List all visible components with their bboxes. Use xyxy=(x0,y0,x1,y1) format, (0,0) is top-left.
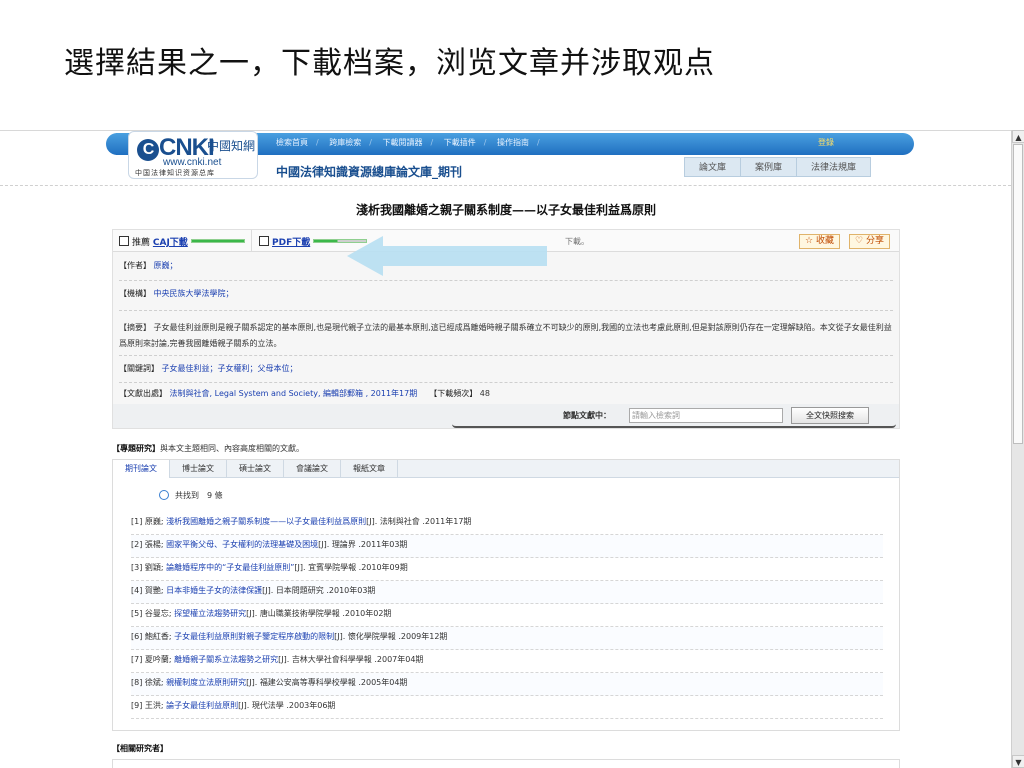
site-header: C CNKI 中國知網 www.cnki.net 中国法律知识资源总库 檢索首頁 /… xyxy=(96,131,914,185)
caj-download-link[interactable]: CAJ下載 xyxy=(153,238,188,248)
logo-subtitle: 中国法律知识资源总库 xyxy=(135,169,215,177)
document-icon xyxy=(259,236,269,246)
list-item-title[interactable]: 論子女最佳利益原則 xyxy=(166,701,238,710)
list-item: [6] 鮑紅香; 子女最佳利益原則對親子鑒定程序啟動的限制[J]. 懷化學院學報… xyxy=(131,627,883,650)
list-item: [9] 王洪; 論子女最佳利益原則[J]. 現代法學 .2003年06期 xyxy=(131,696,883,719)
divider xyxy=(119,382,893,383)
nav-plugin[interactable]: 下載插件 xyxy=(444,138,476,147)
document-icon xyxy=(119,236,129,246)
panel-shadow xyxy=(452,424,896,428)
nav-cross-db[interactable]: 跨庫檢索 xyxy=(329,138,361,147)
search-label: 節點文獻中： xyxy=(563,411,611,420)
nav-separator: / xyxy=(537,138,540,147)
cnki-logo[interactable]: C CNKI 中國知網 www.cnki.net 中国法律知识资源总库 xyxy=(128,131,258,179)
researchers-panel xyxy=(112,759,900,768)
nav-reader[interactable]: 下載閱讀器 xyxy=(383,138,423,147)
list-item: [2] 張楊; 國家平衡父母、子女權利的法理基礎及困境[J]. 理論界 .201… xyxy=(131,535,883,558)
list-item: [3] 劉穎; 論離婚程序中的“子女最佳利益原則”[J]. 宜賓學院學報 .20… xyxy=(131,558,883,581)
tab-papers[interactable]: 論文庫 xyxy=(684,157,742,177)
nav-separator: / xyxy=(483,138,487,147)
collect-button[interactable]: ☆ 收藏 xyxy=(799,234,840,249)
database-title: 中國法律知識資源總庫論文庫_期刊 xyxy=(276,165,463,179)
library-tabs: 論文庫 案例庫 法律法規庫 xyxy=(684,157,872,177)
list-item: [7] 夏吟蘭; 離婚親子關系立法趨勢之研究[J]. 吉林大學社會科學學報 .2… xyxy=(131,650,883,673)
tab-conference-papers[interactable]: 會議論文 xyxy=(284,460,341,478)
list-item: [1] 原巍; 淺析我國離婚之親子關系制度——以子女最佳利益爲原則[J]. 法制… xyxy=(131,512,883,535)
logo-url: www.cnki.net xyxy=(163,157,222,168)
keywords-row: 【關鍵詞】 子女最佳利益；子女權利；父母本位； xyxy=(119,364,298,373)
share-button[interactable]: ♡ 分享 xyxy=(849,234,890,249)
source-row: 【文獻出處】 法制與社會, Legal System and Society, … xyxy=(119,389,490,398)
download-bar: 推薦 CAJ下載 PDF下載 下載。 ☆ 收藏 ♡ 分享 xyxy=(113,230,899,276)
divider xyxy=(119,310,893,311)
divider xyxy=(251,230,252,252)
related-tabs: 期刊論文 博士論文 碩士論文 會議論文 報紙文章 xyxy=(113,460,899,478)
header-divider xyxy=(0,185,1011,186)
arrow-pointer-icon xyxy=(347,236,547,276)
caj-bar xyxy=(190,239,245,243)
related-heading: 【專題研究】與本文主題相同、內容高度相關的文獻。 xyxy=(112,444,304,453)
list-item: [4] 賀艷; 日本非婚生子女的法律保護[J]. 日本問題研究 .2010年03… xyxy=(131,581,883,604)
caj-download: 推薦 CAJ下載 xyxy=(119,235,245,248)
nav-separator: / xyxy=(430,138,434,147)
author-link[interactable]: 原巍； xyxy=(154,261,178,270)
tab-cases[interactable]: 案例庫 xyxy=(741,157,798,177)
login-link[interactable]: 登錄 xyxy=(818,137,834,148)
nav-search-home[interactable]: 檢索首頁 xyxy=(276,138,308,147)
article-panel: 推薦 CAJ下載 PDF下載 下載。 ☆ 收藏 ♡ 分享 【作者】 原巍； 【機… xyxy=(112,229,900,429)
download-note: 下載。 xyxy=(565,237,589,246)
logo-chinese: 中國知網 xyxy=(207,139,256,153)
researchers-heading: 【相關研究者】 xyxy=(112,744,168,753)
list-item-title[interactable]: 親權制度立法原則研究 xyxy=(166,678,246,687)
scroll-down-icon[interactable]: ▼ xyxy=(1012,755,1024,768)
download-count: 48 xyxy=(479,389,490,398)
related-list: [1] 原巍; 淺析我國離婚之親子關系制度——以子女最佳利益爲原則[J]. 法制… xyxy=(131,512,883,719)
browser-screenshot: C CNKI 中國知網 www.cnki.net 中国法律知识资源总库 檢索首頁 /… xyxy=(0,130,1011,768)
org-link[interactable]: 中央民族大學法學院； xyxy=(154,289,234,298)
tab-doctoral-theses[interactable]: 博士論文 xyxy=(170,460,227,478)
vertical-scrollbar[interactable]: ▲ ▼ xyxy=(1011,130,1024,768)
result-count: 共找到 9 條 xyxy=(159,490,223,501)
list-item-title[interactable]: 論離婚程序中的“子女最佳利益原則” xyxy=(166,563,294,572)
article-title: 淺析我國離婚之親子關系制度——以子女最佳利益爲原則 xyxy=(355,203,656,217)
author-row: 【作者】 原巍； xyxy=(119,261,178,270)
divider xyxy=(119,280,893,281)
tab-journal-papers[interactable]: 期刊論文 xyxy=(113,460,170,478)
divider xyxy=(119,355,893,356)
list-item-title[interactable]: 國家平衡父母、子女權利的法理基礎及困境 xyxy=(166,540,318,549)
keywords-links[interactable]: 子女最佳利益；子女權利；父母本位； xyxy=(162,364,298,373)
pdf-download-link[interactable]: PDF下載 xyxy=(272,238,310,248)
list-item: [5] 谷曼忘; 探望權立法趨勢研究[J]. 唐山職業技術學院學報 .2010年… xyxy=(131,604,883,627)
tab-master-theses[interactable]: 碩士論文 xyxy=(227,460,284,478)
list-item: [8] 徐斌; 親權制度立法原則研究[J]. 福建公安高等專科學校學報 .200… xyxy=(131,673,883,696)
list-item-title[interactable]: 子女最佳利益原則對親子鑒定程序啟動的限制 xyxy=(174,632,334,641)
list-item-title[interactable]: 離婚親子關系立法趨勢之研究 xyxy=(174,655,278,664)
tab-laws[interactable]: 法律法規庫 xyxy=(797,157,872,177)
search-icon xyxy=(159,490,169,500)
list-item-title[interactable]: 日本非婚生子女的法律保護 xyxy=(166,586,262,595)
source-link[interactable]: 法制與社會, Legal System and Society, 編輯部郵箱 ,… xyxy=(170,389,418,398)
scroll-thumb[interactable] xyxy=(1013,144,1023,444)
slide-title: 選擇結果之一，下載档案，浏览文章并涉取观点 xyxy=(64,46,715,81)
list-item-title[interactable]: 探望權立法趨勢研究 xyxy=(174,609,246,618)
top-nav: 檢索首頁 / 跨庫檢索 / 下載閱讀器 / 下載插件 / 操作指南 / xyxy=(276,137,548,148)
scroll-up-icon[interactable]: ▲ xyxy=(1012,130,1024,143)
nav-guide[interactable]: 操作指南 xyxy=(497,138,529,147)
fulltext-search-button[interactable]: 全文快照搜索 xyxy=(791,407,869,424)
related-panel: 期刊論文 博士論文 碩士論文 會議論文 報紙文章 共找到 9 條 [1] 原巍;… xyxy=(112,459,900,731)
org-row: 【機構】 中央民族大學法學院； xyxy=(119,289,234,298)
list-item-title[interactable]: 淺析我國離婚之親子關系制度——以子女最佳利益爲原則 xyxy=(166,517,366,526)
abstract: 【摘要】 子女最佳利益原則是親子關系認定的基本原則,也是現代親子立法的最基本原則… xyxy=(119,323,892,348)
nav-separator: / xyxy=(369,138,372,147)
search-input[interactable]: 請輸入檢索詞 xyxy=(629,408,783,423)
nav-separator: / xyxy=(316,138,319,147)
recommend-label: 推薦 xyxy=(132,238,151,248)
tab-newspaper-articles[interactable]: 報紙文章 xyxy=(341,460,398,478)
